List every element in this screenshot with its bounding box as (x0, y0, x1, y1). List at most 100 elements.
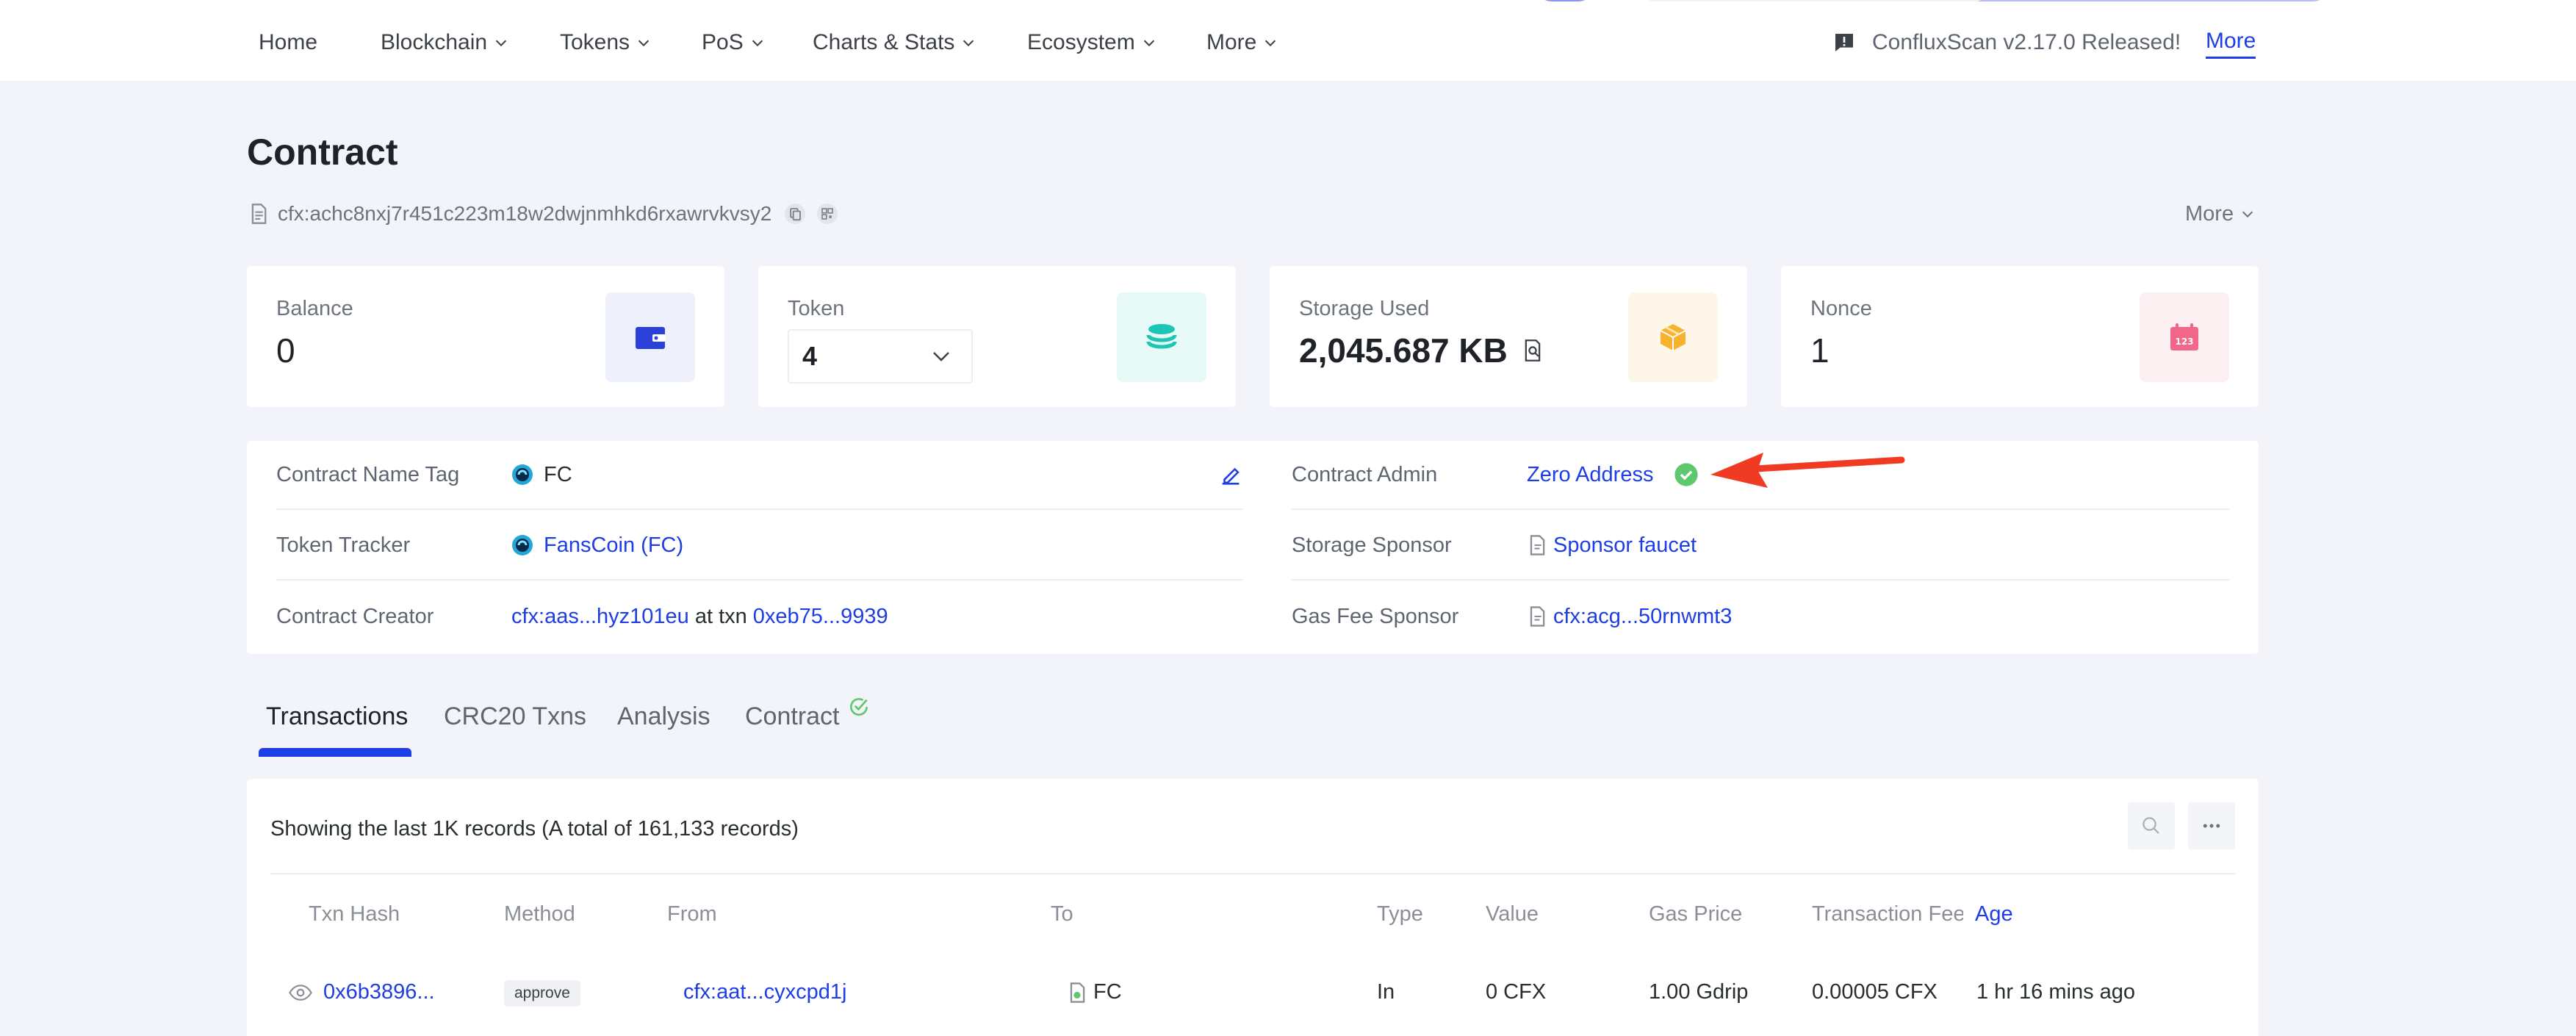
chevron-down-icon (495, 40, 507, 47)
creator-txn-link[interactable]: 0xeb75...9939 (753, 605, 888, 629)
gas-sponsor-row: Gas Fee Sponsor cfx:acg...50rnwmt3 (1292, 604, 1733, 629)
name-tag-row: Contract Name Tag FC (276, 441, 1243, 510)
page-title: Contract (247, 132, 398, 173)
balance-label: Balance (276, 297, 353, 320)
type-cell: In (1377, 980, 1395, 1004)
wallet-icon (605, 292, 695, 382)
svg-text:123: 123 (2175, 337, 2193, 347)
nav-blockchain[interactable]: Blockchain (381, 26, 509, 59)
contract-address-row: cfx:achc8nxj7r451c223m18w2dwjnmhkd6rxawr… (248, 200, 838, 228)
chevron-down-icon (963, 40, 974, 47)
ellipsis-icon (2203, 824, 2220, 828)
tab-contract[interactable]: Contract (745, 698, 871, 731)
gas-sponsor-link[interactable]: cfx:acg...50rnwmt3 (1553, 605, 1732, 629)
fanscoin-icon (512, 464, 533, 485)
tab-analysis[interactable]: Analysis (617, 702, 710, 731)
value-cell: 0 CFX (1486, 980, 1547, 1004)
from-address-link[interactable]: cfx:aat...cyxcpd1j (683, 980, 846, 1004)
contract-address: cfx:achc8nxj7r451c223m18w2dwjnmhkd6rxawr… (278, 202, 772, 225)
announcement-more-link[interactable]: More (2206, 26, 2256, 59)
nonce-value: 1 (1810, 331, 1830, 370)
storage-sponsor-row: Storage Sponsor Sponsor faucet (1292, 511, 2229, 580)
column-header-gas-price: Gas Price (1649, 902, 1743, 926)
token-label: Token (788, 297, 845, 320)
edit-icon[interactable] (1218, 463, 1243, 488)
column-header-from: From (667, 902, 717, 926)
tab-transactions[interactable]: Transactions (266, 702, 408, 731)
coins-icon (1117, 292, 1206, 382)
creator-row: Contract Creator cfx:aas...hyz101eu at t… (276, 604, 888, 629)
chevron-down-icon (752, 40, 763, 47)
chevron-down-icon (933, 352, 949, 361)
balance-card: Balance 0 (247, 266, 724, 407)
storage-value: 2,045.687 KB (1299, 331, 1543, 370)
fee-cell: 0.00005 CFX (1812, 980, 1938, 1004)
nav-pos[interactable]: PoS (702, 26, 766, 59)
more-options-button[interactable] (2188, 802, 2235, 849)
contract-icon (251, 204, 267, 224)
age-cell: 1 hr 16 mins ago (1976, 980, 2136, 1004)
announcement: ConfluxScan v2.17.0 Released! (1832, 26, 2181, 59)
copy-icon[interactable] (785, 204, 806, 224)
gas-price-cell: 1.00 Gdrip (1649, 980, 1749, 1004)
nav-home[interactable]: Home (259, 26, 317, 59)
token-tracker-row: Token Tracker FansCoin (FC) (276, 511, 1243, 580)
announcement-icon (1835, 34, 1853, 51)
column-header-to: To (1051, 902, 1073, 926)
search-button[interactable] (2128, 802, 2175, 849)
top-navbar: Home Blockchain Tokens PoS Charts & Stat… (0, 0, 2576, 81)
transactions-table-card: Showing the last 1K records (A total of … (247, 779, 2259, 1036)
chevron-down-icon (1265, 40, 1276, 47)
admin-zero-address-link[interactable]: Zero Address (1527, 463, 1653, 487)
eye-icon[interactable] (288, 983, 313, 1002)
contract-info-panel: Contract Name Tag FC Token Tracker FansC… (247, 441, 2259, 654)
nav-ecosystem[interactable]: Ecosystem (1027, 26, 1157, 59)
nav-charts-stats[interactable]: Charts & Stats (813, 26, 976, 59)
active-tab-indicator (259, 748, 411, 757)
creator-address-link[interactable]: cfx:aas...hyz101eu (511, 605, 689, 629)
token-tracker-link[interactable]: FansCoin (FC) (544, 533, 683, 558)
chevron-down-icon (1143, 40, 1154, 47)
verified-check-icon (1674, 463, 1699, 486)
search-button[interactable] (1536, 0, 1594, 1)
fanscoin-icon (512, 535, 533, 555)
token-card: Token 4 (758, 266, 1236, 407)
token-dropdown[interactable]: 4 (788, 329, 973, 384)
column-header-method: Method (504, 902, 575, 926)
name-tag-value: FC (544, 462, 572, 486)
page-more-dropdown[interactable]: More (2185, 200, 2256, 228)
verified-check-icon (849, 698, 868, 716)
records-summary: Showing the last 1K records (A total of … (270, 817, 799, 841)
table-divider (270, 873, 2235, 874)
column-header-age[interactable]: Age (1975, 902, 2013, 927)
column-header-type: Type (1377, 902, 1423, 926)
column-header-transaction-fee: Transaction Fee (1812, 902, 1963, 926)
tab-crc20-txns[interactable]: CRC20 Txns (444, 702, 586, 731)
to-contract-name[interactable]: FC (1093, 980, 1122, 1004)
txn-hash-link[interactable]: 0x6b3896... (323, 980, 435, 1004)
nav-more[interactable]: More (1206, 26, 1278, 59)
chevron-down-icon (2242, 211, 2253, 218)
nonce-label: Nonce (1810, 297, 1872, 320)
calendar-icon: 123 (2140, 292, 2229, 382)
chevron-down-icon (638, 40, 650, 47)
nonce-card: Nonce 1 123 (1781, 266, 2259, 407)
column-header-txn-hash: Txn Hash (309, 902, 400, 926)
contract-icon (1530, 535, 1545, 555)
contract-verified-icon (1070, 982, 1085, 1003)
storage-box-icon (1628, 292, 1718, 382)
column-header-value: Value (1486, 902, 1539, 926)
nav-tokens[interactable]: Tokens (560, 26, 652, 59)
qrcode-icon[interactable] (817, 204, 838, 224)
search-icon (2143, 817, 2159, 834)
storage-label: Storage Used (1299, 297, 1430, 320)
storage-card: Storage Used 2,045.687 KB (1270, 266, 1747, 407)
network-selector[interactable] (1646, 0, 1984, 1)
balance-value: 0 (276, 331, 295, 370)
storage-sponsor-link[interactable]: Sponsor faucet (1553, 533, 1697, 558)
red-arrow-annotation (1710, 453, 1905, 488)
document-search-icon[interactable] (1522, 339, 1543, 362)
at-txn-text: at txn (694, 604, 747, 628)
contract-icon (1530, 606, 1545, 627)
method-badge: approve (504, 980, 580, 1007)
